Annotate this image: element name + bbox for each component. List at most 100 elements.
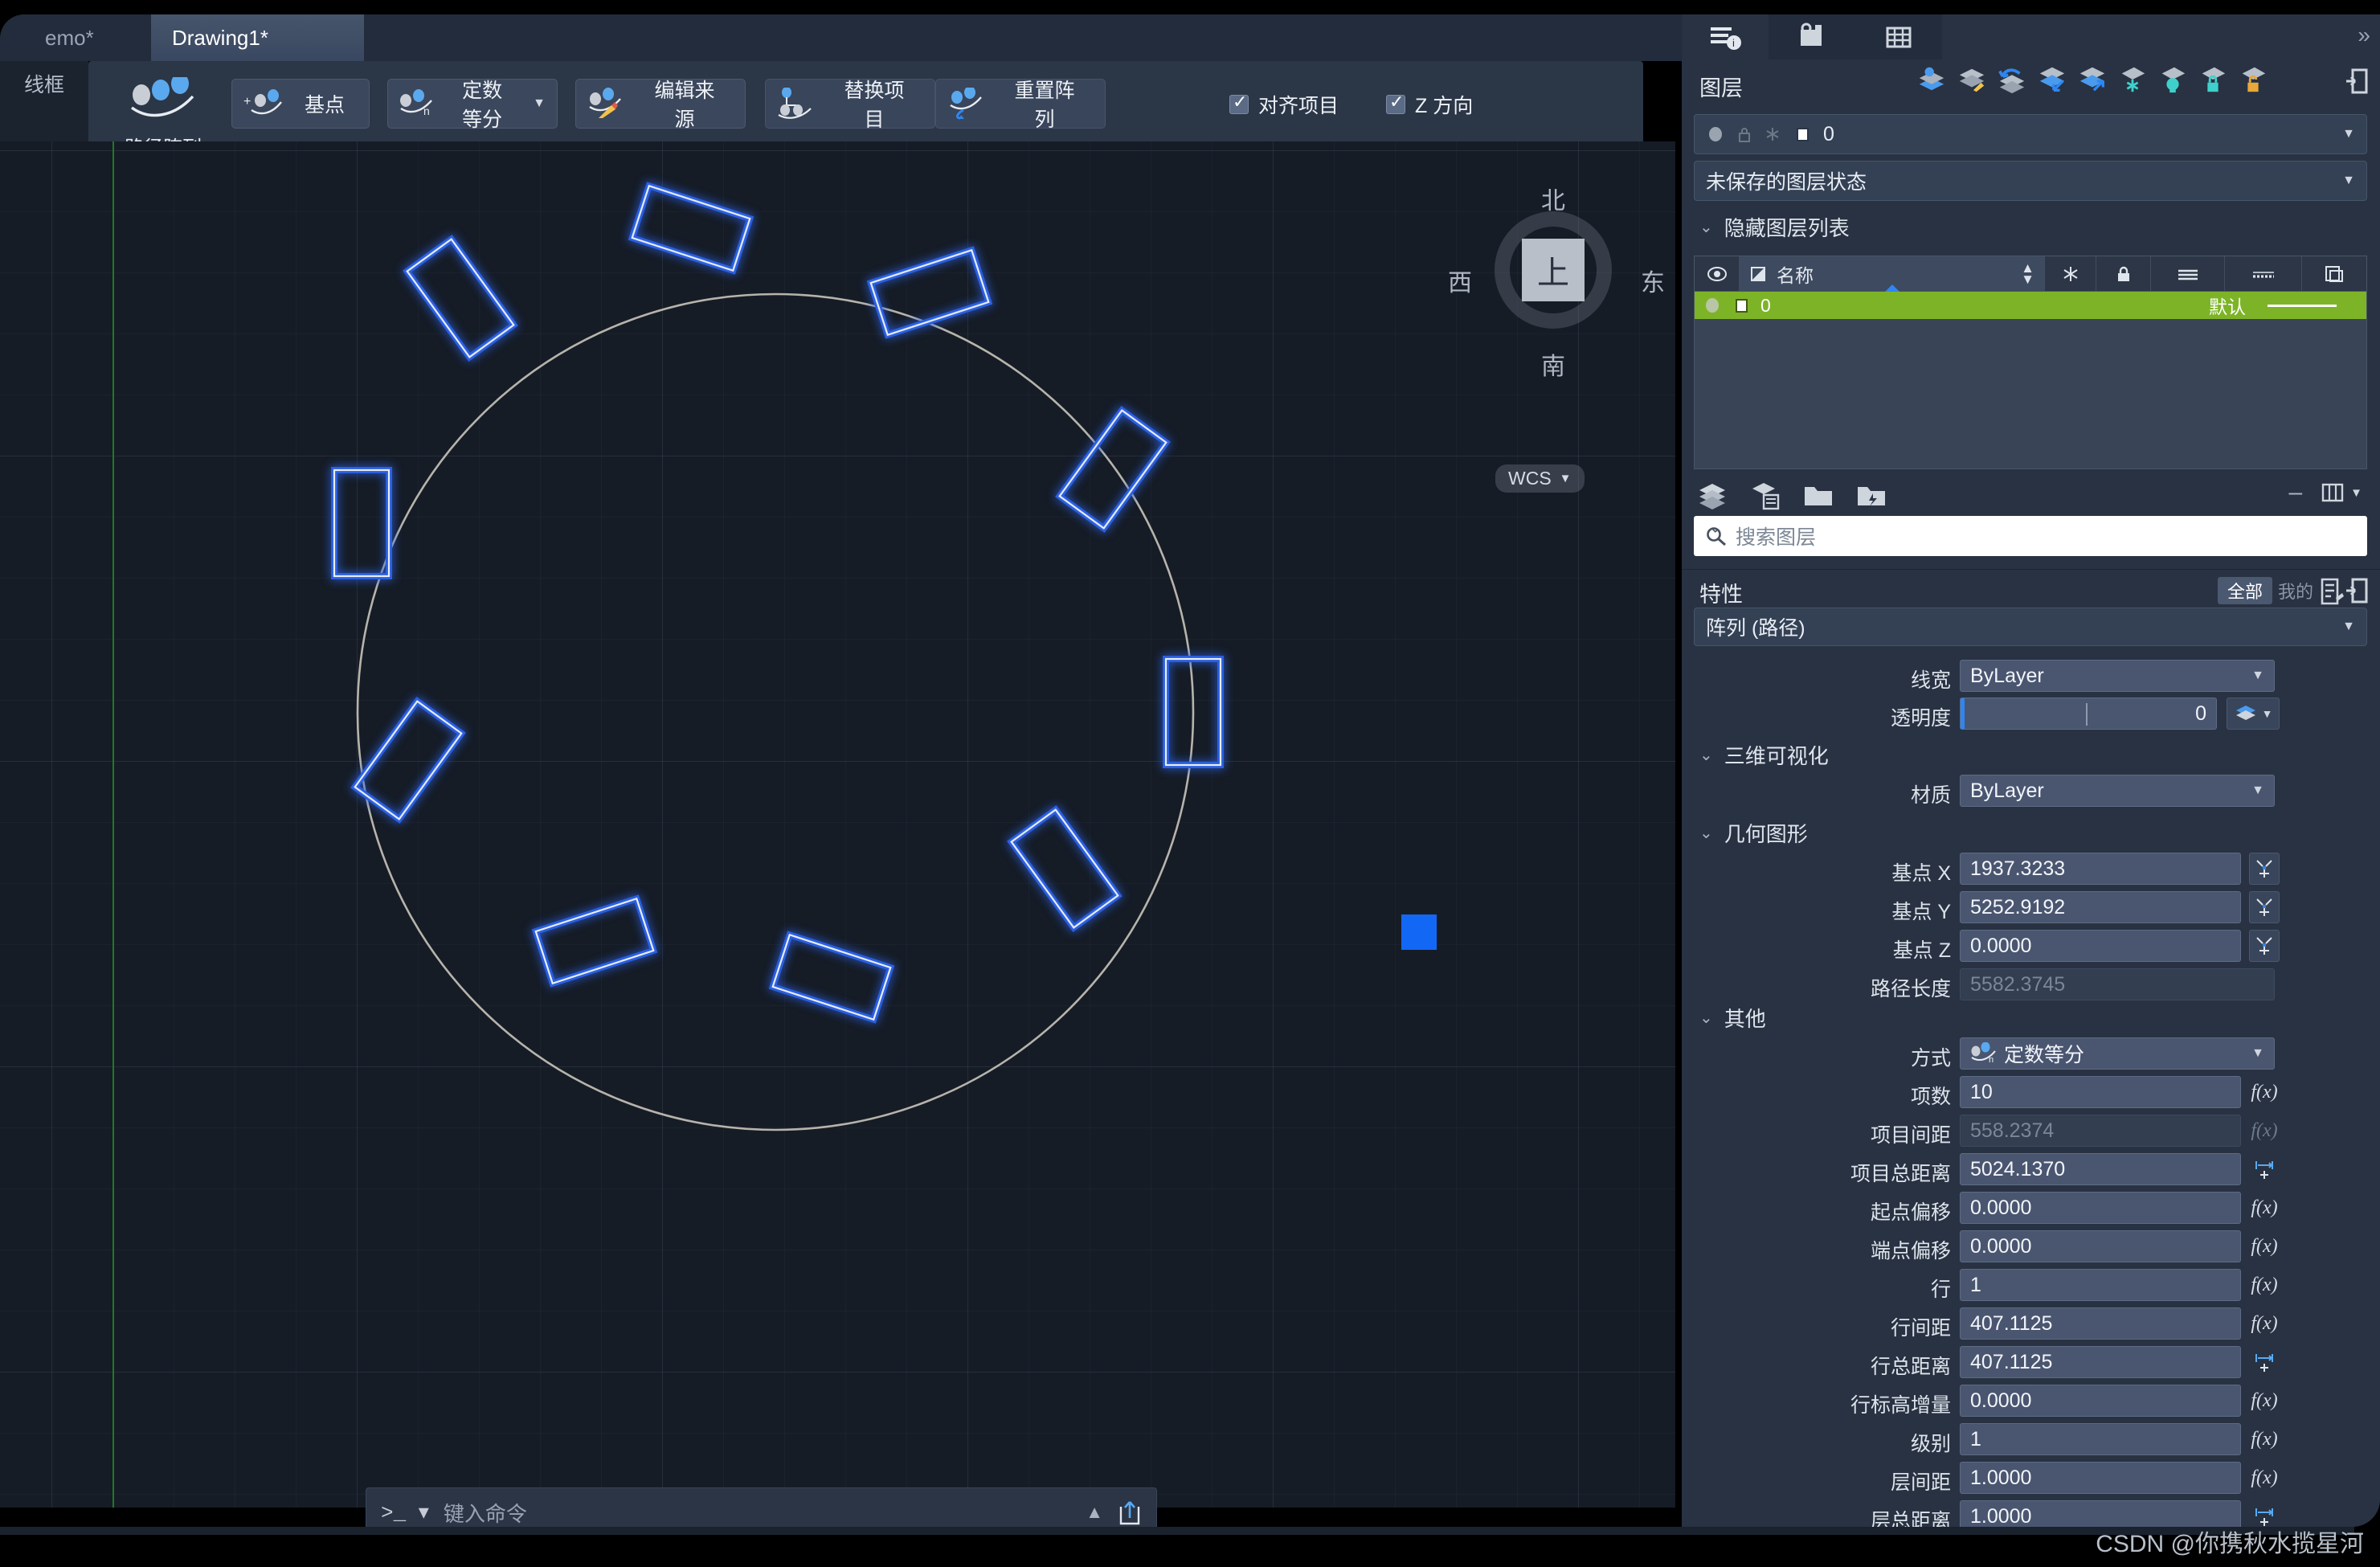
z-direction-checkbox[interactable]: Z 方向 — [1386, 90, 1473, 119]
formula-icon[interactable]: f(x) — [2249, 1269, 2280, 1301]
wcs-selector[interactable]: WCS ▼ — [1495, 464, 1585, 493]
pick-point-icon[interactable] — [2249, 891, 2280, 923]
section-3d-visualization[interactable]: ⌄ 三维可视化 — [1699, 740, 1829, 770]
col-lock[interactable] — [2096, 256, 2151, 291]
layer-group-filter-icon[interactable] — [1855, 479, 1887, 511]
chevron-down-icon[interactable]: ▼ — [2251, 784, 2264, 798]
array-base-grip[interactable] — [1401, 914, 1437, 950]
lineweight-dropdown[interactable]: ByLayer ▼ — [1960, 660, 2275, 692]
align-items-checkbox[interactable]: 对齐项目 — [1229, 90, 1339, 119]
layer-edit-icon[interactable] — [1957, 64, 1987, 95]
command-share-icon[interactable] — [1118, 1499, 1142, 1526]
layer-match-icon[interactable] — [2077, 64, 2108, 95]
section-other[interactable]: ⌄ 其他 — [1699, 1003, 1766, 1033]
total-item-distance-input[interactable]: 5024.1370 — [1960, 1153, 2241, 1185]
total-row-distance-input[interactable]: 407.1125 — [1960, 1346, 2241, 1378]
layer-table[interactable]: 名称 ▲▼ — [1694, 256, 2367, 469]
elevation-increment-input[interactable]: 0.0000 — [1960, 1385, 2241, 1417]
divide-method-button[interactable]: n 定数等分 ▼ — [387, 79, 558, 129]
columns-icon[interactable]: ▼ — [2321, 482, 2362, 503]
section-geometry[interactable]: ⌄ 几何图形 — [1699, 818, 1808, 848]
layer-freeze-icon[interactable] — [2117, 64, 2148, 95]
layer-unlock-icon[interactable] — [2238, 64, 2268, 95]
hide-layer-list-toggle[interactable]: ⌄ 隐藏图层列表 — [1699, 212, 1850, 242]
item-count-input[interactable]: 10 — [1960, 1076, 2241, 1108]
compass-south-label[interactable]: 南 — [1541, 346, 1565, 382]
col-linetype[interactable] — [2151, 256, 2225, 291]
visual-style-label[interactable]: 线框 — [0, 61, 88, 141]
end-offset-input[interactable]: 0.0000 — [1960, 1230, 2241, 1262]
formula-icon[interactable]: f(x) — [2249, 1423, 2280, 1455]
layer-previous-icon[interactable] — [1997, 64, 2027, 95]
measure-distance-icon[interactable] — [2249, 1153, 2280, 1185]
pick-point-icon[interactable] — [2249, 853, 2280, 885]
chevron-down-icon[interactable]: ▼ — [533, 96, 546, 111]
chevron-down-icon[interactable]: ▼ — [2342, 620, 2355, 634]
object-type-dropdown[interactable]: 阵列 (路径) ▼ — [1694, 608, 2367, 646]
col-lineweight[interactable] — [2225, 256, 2302, 291]
chevron-down-icon[interactable]: ▼ — [2251, 1046, 2264, 1061]
minimize-icon[interactable]: – — [2288, 479, 2302, 506]
rows-input[interactable]: 1 — [1960, 1269, 2241, 1301]
start-offset-input[interactable]: 0.0000 — [1960, 1192, 2241, 1224]
table-row[interactable]: 0 默认 — [1695, 292, 2366, 319]
command-history-icon[interactable]: ▲ — [1086, 1502, 1103, 1523]
formula-icon[interactable]: f(x) — [2249, 1230, 2280, 1262]
document-tab-inactive[interactable]: emo* — [24, 14, 115, 61]
measure-distance-icon[interactable] — [2249, 1346, 2280, 1378]
formula-icon[interactable]: f(x) — [2249, 1307, 2280, 1340]
formula-icon[interactable]: f(x) — [2249, 1385, 2280, 1417]
layer-off-icon[interactable] — [2157, 64, 2188, 95]
tab-layers[interactable]: i — [1682, 14, 1769, 59]
chevron-down-icon[interactable]: ▼ — [2342, 174, 2355, 188]
col-freeze[interactable] — [2045, 256, 2096, 291]
layers-undock-icon[interactable] — [2345, 68, 2369, 95]
formula-icon[interactable]: f(x) — [2249, 1462, 2280, 1494]
view-compass[interactable]: 上 北 南 西 东 — [1477, 194, 1630, 346]
compass-north-label[interactable]: 北 — [1541, 181, 1565, 216]
basepoint-z-input[interactable]: 0.0000 — [1960, 930, 2241, 962]
sort-arrows-icon[interactable]: ▲▼ — [2021, 263, 2034, 284]
tab-blocks[interactable] — [1769, 14, 1855, 59]
layer-make-current-icon[interactable] — [2037, 64, 2067, 95]
transparency-slider[interactable]: 0 — [1960, 698, 2217, 730]
layer-group-icon[interactable] — [1802, 479, 1834, 511]
new-layer-icon[interactable] — [1696, 479, 1728, 511]
chevron-down-icon[interactable]: ▼ — [1560, 472, 1572, 485]
chevron-down-icon[interactable]: ▼ — [2251, 669, 2264, 683]
layer-state-dropdown[interactable]: 未保存的图层状态 ▼ — [1694, 161, 2367, 201]
chevron-down-icon[interactable]: ▼ — [2262, 707, 2273, 720]
levels-input[interactable]: 1 — [1960, 1423, 2241, 1455]
new-layer-filter-icon[interactable] — [1749, 479, 1781, 511]
edit-source-button[interactable]: 编辑来源 — [575, 79, 746, 129]
formula-icon[interactable]: f(x) — [2249, 1192, 2280, 1224]
transparency-bylayer-button[interactable]: ▼ — [2227, 698, 2280, 730]
checkbox-checked-icon[interactable] — [1229, 95, 1249, 114]
command-input[interactable]: 键入命令 — [444, 1498, 1071, 1528]
basepoint-y-input[interactable]: 5252.9192 — [1960, 891, 2241, 923]
document-tab-active[interactable]: Drawing1* — [151, 14, 364, 61]
panel-more-icon[interactable]: » — [2358, 23, 2370, 48]
material-dropdown[interactable]: ByLayer ▼ — [1960, 775, 2275, 807]
properties-quickselect-icon[interactable] — [2318, 577, 2344, 610]
col-plot[interactable] — [2302, 256, 2366, 291]
layer-on-icon[interactable] — [1703, 296, 1722, 315]
replace-item-button[interactable]: 替换项目 — [765, 79, 935, 129]
drawing-canvas[interactable]: 上 北 南 西 东 WCS ▼ — [0, 141, 1675, 1508]
pick-point-icon[interactable] — [2249, 930, 2280, 962]
col-name[interactable]: 名称 ▲▼ — [1740, 256, 2045, 291]
properties-undock-icon[interactable] — [2345, 577, 2369, 604]
layer-search-input[interactable]: 搜索图层 — [1694, 516, 2367, 556]
compass-east-label[interactable]: 东 — [1641, 263, 1665, 298]
reset-array-button[interactable]: 重置阵列 — [935, 79, 1106, 129]
chevron-down-icon[interactable]: ▼ — [2342, 127, 2355, 141]
compass-west-label[interactable]: 西 — [1448, 263, 1472, 298]
col-visibility[interactable] — [1695, 256, 1740, 291]
tab-tables[interactable] — [1855, 14, 1942, 59]
filter-mine-button[interactable]: 我的 — [2268, 577, 2323, 604]
layer-lock-icon[interactable] — [2198, 64, 2228, 95]
method-dropdown[interactable]: n 定数等分 ▼ — [1960, 1037, 2275, 1070]
base-point-button[interactable]: + 基点 — [231, 79, 370, 129]
view-cube[interactable]: 上 — [1522, 239, 1585, 301]
formula-icon[interactable]: f(x) — [2249, 1076, 2280, 1108]
